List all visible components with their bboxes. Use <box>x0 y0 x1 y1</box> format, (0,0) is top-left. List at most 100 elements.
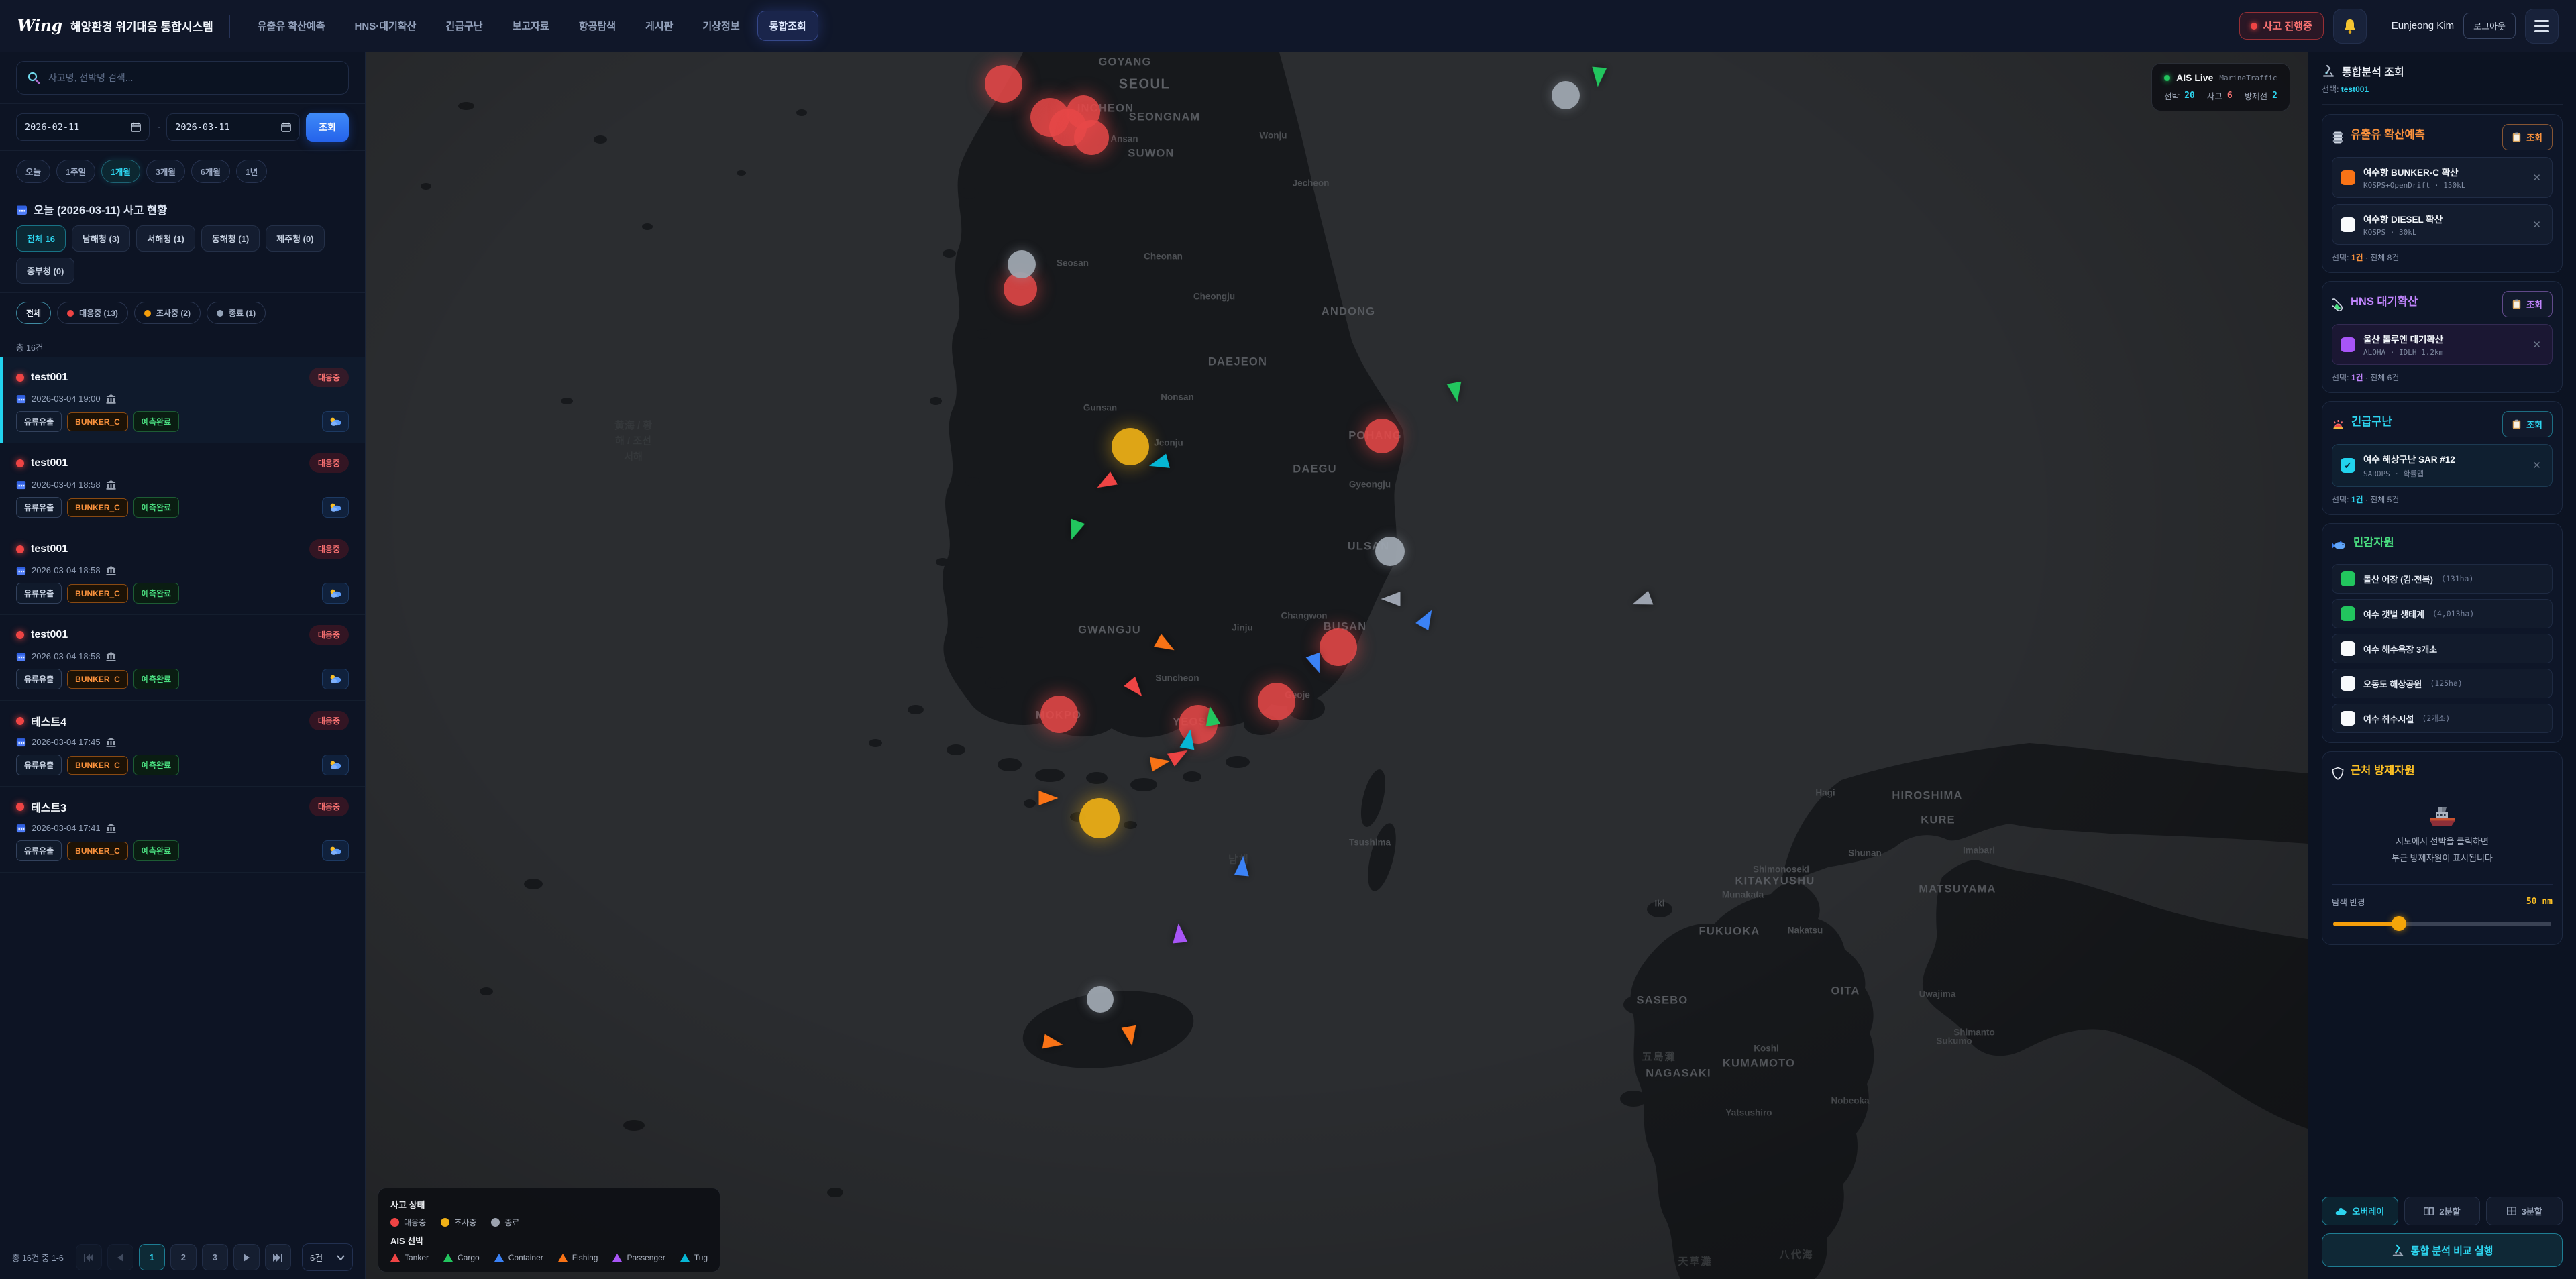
status-filter-closed[interactable]: 종료 (1) <box>207 302 266 324</box>
region-filter-chip[interactable]: 제주청 (0) <box>266 225 324 252</box>
quick-range-chip[interactable]: 6개월 <box>191 160 230 183</box>
region-filter-chip[interactable]: 동해청 (1) <box>201 225 260 252</box>
oil-prediction-item[interactable]: ✓ 여수항 BUNKER-C 확산 KOSPS+OpenDrift · 150k… <box>2332 157 2553 198</box>
region-filter-chip[interactable]: 전체 16 <box>16 225 66 252</box>
ship-marker-cargo[interactable] <box>1591 67 1607 88</box>
ship-marker-gray[interactable] <box>1381 592 1401 606</box>
status-filter-responding[interactable]: 대응중 (13) <box>57 302 128 324</box>
incident-marker[interactable] <box>1364 419 1399 453</box>
incident-card[interactable]: 테스트4 대응중 2026-03-04 17:45 <box>0 701 365 787</box>
incident-marker[interactable] <box>1040 696 1078 733</box>
ship-marker-fishing[interactable] <box>1154 634 1178 657</box>
weather-button[interactable] <box>322 840 349 861</box>
oil-prediction-item[interactable]: ✓ 여수항 DIESEL 확산 KOSPS · 30kL ✕ <box>2332 204 2553 245</box>
ship-marker-fishing[interactable] <box>1039 791 1059 805</box>
split3-mode-button[interactable]: 3분할 <box>2486 1197 2563 1225</box>
nav-menu-item[interactable]: HNS·대기확산 <box>343 11 428 40</box>
quick-range-chip[interactable]: 1주일 <box>56 160 95 183</box>
weather-button[interactable] <box>322 411 349 432</box>
sensitive-resource-item[interactable]: ✓ 여수 갯벌 생태계 (4,013ha) <box>2332 599 2553 628</box>
checkbox[interactable]: ✓ <box>2341 337 2355 352</box>
map-area[interactable]: GOYANGSEOULINCHEONSEONGNAMAnsanSUWONWonj… <box>366 52 2308 1279</box>
nav-menu-item[interactable]: 보고자료 <box>501 11 561 40</box>
sensitive-resource-item[interactable]: ✓ 여수 해수욕장 3개소 <box>2332 634 2553 663</box>
incident-marker[interactable] <box>1079 798 1120 838</box>
ship-marker-fishing[interactable] <box>1042 1034 1064 1052</box>
checkbox[interactable]: ✓ <box>2341 170 2355 185</box>
quick-range-chip[interactable]: 3개월 <box>146 160 185 183</box>
run-analysis-button[interactable]: 통합 분석 비교 실행 <box>2322 1233 2563 1267</box>
sar-query-button[interactable]: 조회 <box>2502 411 2553 437</box>
page-number-button[interactable]: 3 <box>202 1244 228 1270</box>
incident-marker[interactable] <box>1008 250 1036 278</box>
ship-marker-gray[interactable] <box>1630 591 1654 612</box>
weather-button[interactable] <box>322 497 349 518</box>
checkbox[interactable]: ✓ <box>2341 571 2355 586</box>
split2-mode-button[interactable]: 2분할 <box>2404 1197 2481 1225</box>
sensitive-resource-item[interactable]: ✓ 오동도 해상공원 (125ha) <box>2332 669 2553 698</box>
ship-marker-cargo[interactable] <box>1203 705 1221 726</box>
prev-page-button[interactable] <box>107 1244 133 1270</box>
sar-operation-item[interactable]: ✓ 여수 해상구난 SAR #12 SAROPS · 확률맵 ✕ <box>2332 444 2553 487</box>
first-page-button[interactable] <box>76 1244 102 1270</box>
checkbox[interactable]: ✓ <box>2341 217 2355 232</box>
oil-query-button[interactable]: 조회 <box>2502 124 2553 150</box>
incident-marker[interactable] <box>985 65 1022 103</box>
nav-menu-item[interactable]: 긴급구난 <box>434 11 494 40</box>
overlay-mode-button[interactable]: 오버레이 <box>2322 1197 2398 1225</box>
page-size-select[interactable]: 6건 <box>302 1243 353 1271</box>
date-from-input[interactable]: 2026-02-11 <box>16 113 150 141</box>
weather-button[interactable] <box>322 755 349 775</box>
incident-card[interactable]: 테스트3 대응중 2026-03-04 17:41 <box>0 787 365 873</box>
ship-marker-tanker[interactable] <box>1124 677 1147 701</box>
search-input[interactable] <box>47 72 337 84</box>
logout-button[interactable]: 로그아웃 <box>2463 13 2516 39</box>
ship-marker-fishing[interactable] <box>1122 1025 1140 1047</box>
ship-marker-passenger[interactable] <box>1171 923 1187 944</box>
ship-marker-tug[interactable] <box>1180 728 1198 750</box>
incident-marker[interactable] <box>1320 628 1357 666</box>
ship-marker-container[interactable] <box>1234 856 1250 877</box>
incident-card[interactable]: test001 대응중 2026-03-04 18:58 <box>0 443 365 529</box>
checkbox[interactable]: ✓ <box>2341 641 2355 656</box>
nav-menu-item[interactable]: 기상정보 <box>691 11 751 40</box>
weather-button[interactable] <box>322 583 349 604</box>
quick-range-chip[interactable]: 오늘 <box>16 160 50 183</box>
incident-card[interactable]: test001 대응중 2026-03-04 18:58 <box>0 615 365 701</box>
page-number-button[interactable]: 1 <box>139 1244 165 1270</box>
hns-query-button[interactable]: 조회 <box>2502 291 2553 317</box>
sensitive-resource-item[interactable]: ✓ 돌산 어장 (김·전복) (131ha) <box>2332 564 2553 594</box>
close-icon[interactable]: ✕ <box>2530 170 2544 185</box>
ship-marker-cargo[interactable] <box>1065 519 1085 543</box>
checkbox[interactable]: ✓ <box>2341 676 2355 691</box>
region-filter-chip[interactable]: 남해청 (3) <box>72 225 130 252</box>
radius-slider[interactable] <box>2333 916 2551 931</box>
notifications-button[interactable] <box>2333 9 2367 44</box>
close-icon[interactable]: ✕ <box>2530 217 2544 232</box>
sensitive-resource-item[interactable]: ✓ 여수 취수시설 (2개소) <box>2332 704 2553 733</box>
incident-marker[interactable] <box>1258 683 1295 720</box>
close-icon[interactable]: ✕ <box>2530 337 2544 352</box>
nav-menu-item[interactable]: 게시판 <box>634 11 684 40</box>
incident-marker[interactable] <box>1087 986 1114 1013</box>
region-filter-chip[interactable]: 서해청 (1) <box>136 225 195 252</box>
incident-card[interactable]: test001 대응중 2026-03-04 19:00 <box>0 357 365 443</box>
ship-marker-tug[interactable] <box>1147 454 1170 474</box>
nav-menu-item[interactable]: 항공탐색 <box>568 11 627 40</box>
ship-marker-tanker[interactable] <box>1093 471 1118 494</box>
incident-marker[interactable] <box>1074 120 1109 155</box>
date-to-input[interactable]: 2026-03-11 <box>166 113 300 141</box>
region-filter-chip[interactable]: 중부청 (0) <box>16 258 74 284</box>
last-page-button[interactable] <box>265 1244 291 1270</box>
incident-card[interactable]: test001 대응중 2026-03-04 18:58 <box>0 529 365 615</box>
nav-menu-item[interactable]: 통합조회 <box>758 11 818 40</box>
hns-prediction-item[interactable]: ✓ 울산 톨루엔 대기확산 ALOHA · IDLH 1.2km ✕ <box>2332 324 2553 365</box>
incident-marker[interactable] <box>1552 81 1580 109</box>
close-icon[interactable]: ✕ <box>2530 458 2544 473</box>
nav-menu-item[interactable]: 유출유 확산예측 <box>246 11 337 40</box>
slider-thumb[interactable] <box>2392 916 2406 931</box>
status-filter-investigating[interactable]: 조사중 (2) <box>134 302 201 324</box>
search-box[interactable] <box>16 61 349 95</box>
incident-marker[interactable] <box>1375 537 1405 566</box>
hamburger-menu-button[interactable] <box>2525 9 2559 44</box>
